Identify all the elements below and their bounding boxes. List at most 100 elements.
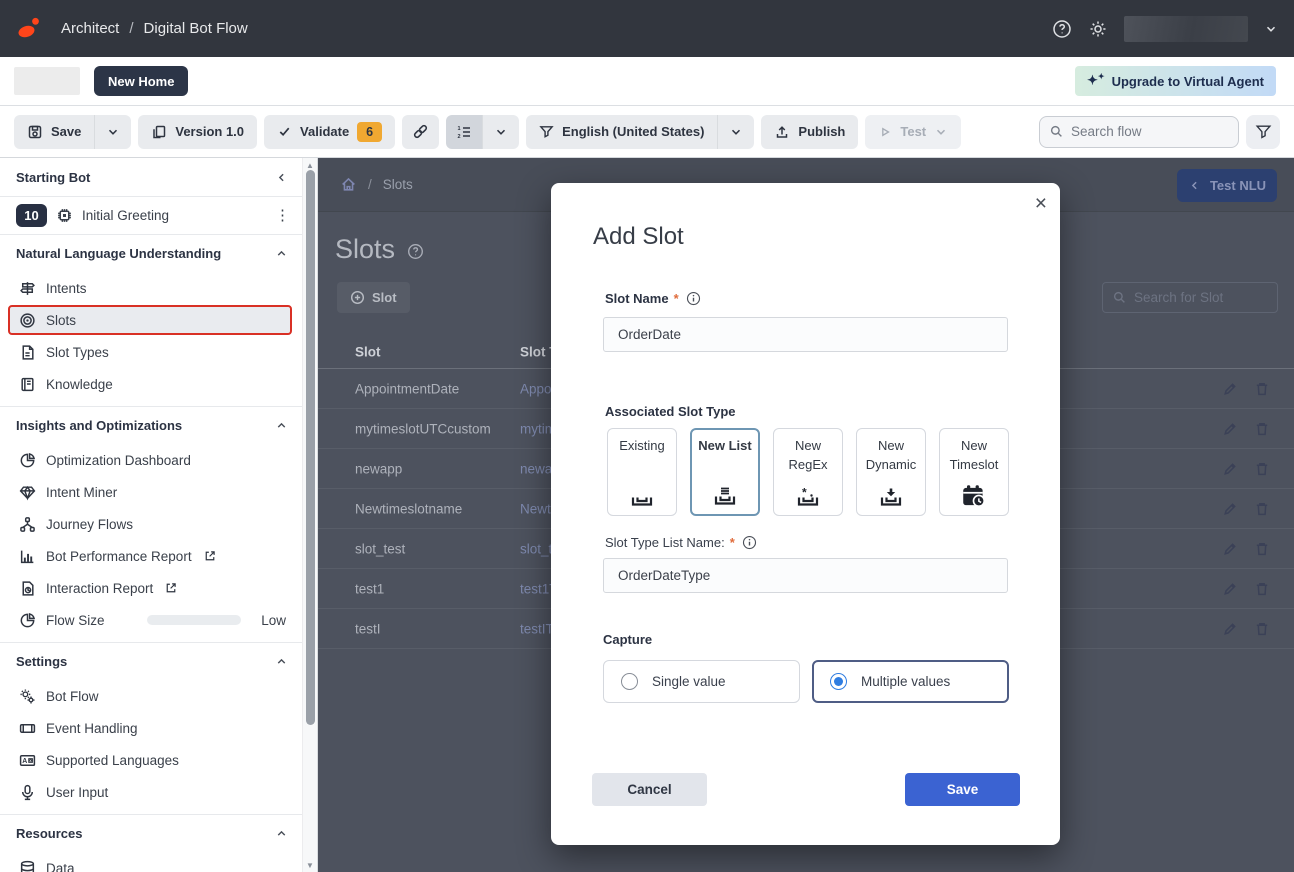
chevron-up-icon[interactable] xyxy=(275,247,288,260)
toolbox-view-button[interactable]: 1 2 xyxy=(446,115,482,149)
radio-checked-icon[interactable] xyxy=(830,673,847,690)
link-button[interactable] xyxy=(402,115,439,149)
info-icon[interactable] xyxy=(686,291,701,306)
user-name-redacted[interactable] xyxy=(1124,16,1248,42)
flow-size-level: Low xyxy=(261,613,286,628)
slot-type-card-existing[interactable]: Existing xyxy=(607,428,677,516)
chevron-down-icon[interactable] xyxy=(1264,22,1278,36)
delete-icon[interactable] xyxy=(1254,461,1270,477)
flow-filter-button[interactable] xyxy=(1246,115,1280,149)
capture-option-single[interactable]: Single value xyxy=(603,660,800,703)
version-button[interactable]: Version 1.0 xyxy=(138,115,257,149)
section-resources[interactable]: Resources xyxy=(0,814,302,852)
save-button[interactable]: Save xyxy=(14,115,94,149)
network-icon xyxy=(19,516,36,533)
edit-icon[interactable] xyxy=(1222,461,1238,477)
sidebar-item-data[interactable]: Data xyxy=(0,852,302,872)
upload-icon xyxy=(774,124,790,140)
help-circle-icon[interactable] xyxy=(407,243,424,260)
chevron-up-icon[interactable] xyxy=(275,827,288,840)
language-menu-button[interactable] xyxy=(717,115,754,149)
search-slot-box xyxy=(1102,282,1278,313)
column-slot: Slot xyxy=(355,344,381,359)
kebab-menu-icon[interactable]: ⋮ xyxy=(275,208,290,223)
test-nlu-button[interactable]: Test NLU xyxy=(1177,169,1277,202)
svg-text:A: A xyxy=(22,758,27,765)
sidebar-item-intents[interactable]: Intents xyxy=(0,272,302,304)
sidebar-item-slots[interactable]: Slots xyxy=(8,305,292,335)
radio-unchecked-icon[interactable] xyxy=(621,673,638,690)
delete-icon[interactable] xyxy=(1254,541,1270,557)
sidebar-scrollbar[interactable]: ▲ ▼ xyxy=(302,158,317,872)
capture-option-multiple[interactable]: Multiple values xyxy=(812,660,1009,703)
view-menu-button[interactable] xyxy=(482,115,519,149)
gem-icon xyxy=(19,484,36,501)
section-insights[interactable]: Insights and Optimizations xyxy=(0,406,302,444)
capture-label: Capture xyxy=(603,632,652,647)
home-icon[interactable] xyxy=(340,176,357,193)
sidebar-item-user-input[interactable]: User Input xyxy=(0,776,302,808)
section-starting-bot[interactable]: Starting Bot xyxy=(0,158,302,196)
new-home-button[interactable]: New Home xyxy=(94,66,188,96)
edit-icon[interactable] xyxy=(1222,381,1238,397)
add-slot-button[interactable]: Slot xyxy=(337,282,410,313)
cancel-button[interactable]: Cancel xyxy=(592,773,707,806)
sidebar-item-interaction-report[interactable]: Interaction Report xyxy=(0,572,302,604)
upgrade-virtual-agent-button[interactable]: ✦✦ Upgrade to Virtual Agent xyxy=(1075,66,1276,96)
sidebar-item-intent-miner[interactable]: Intent Miner xyxy=(0,476,302,508)
svg-text:1: 1 xyxy=(458,126,461,132)
slot-type-card-new-regex[interactable]: New RegEx * xyxy=(773,428,843,516)
section-settings[interactable]: Settings xyxy=(0,642,302,680)
delete-icon[interactable] xyxy=(1254,581,1270,597)
database-icon xyxy=(19,860,36,872)
sidebar-item-slot-types[interactable]: Slot Types xyxy=(0,336,302,368)
chevron-up-icon[interactable] xyxy=(275,655,288,668)
validate-button[interactable]: Validate 6 xyxy=(264,115,395,149)
slot-name-input[interactable] xyxy=(603,317,1008,352)
edit-icon[interactable] xyxy=(1222,501,1238,517)
search-flow-input[interactable] xyxy=(1071,124,1221,139)
info-icon[interactable] xyxy=(742,535,757,550)
sidebar-item-knowledge[interactable]: Knowledge xyxy=(0,368,302,400)
save-button[interactable]: Save xyxy=(905,773,1020,806)
publish-button[interactable]: Publish xyxy=(761,115,858,149)
tab-redacted[interactable] xyxy=(14,67,80,95)
help-icon[interactable] xyxy=(1052,19,1072,39)
link-icon xyxy=(412,123,429,140)
chevron-left-icon[interactable] xyxy=(275,171,288,184)
gear-icon[interactable] xyxy=(1088,19,1108,39)
delete-icon[interactable] xyxy=(1254,501,1270,517)
delete-icon[interactable] xyxy=(1254,621,1270,637)
scroll-down-icon[interactable]: ▼ xyxy=(303,858,317,872)
sidebar-item-bot-flow[interactable]: Bot Flow xyxy=(0,680,302,712)
sidebar-item-bot-performance-report[interactable]: Bot Performance Report xyxy=(0,540,302,572)
search-slot-input[interactable] xyxy=(1134,290,1264,305)
slot-type-list-name-input[interactable] xyxy=(603,558,1008,593)
edit-icon[interactable] xyxy=(1222,541,1238,557)
sidebar-item-journey-flows[interactable]: Journey Flows xyxy=(0,508,302,540)
slot-type-card-new-timeslot[interactable]: New Timeslot xyxy=(939,428,1009,516)
edit-icon[interactable] xyxy=(1222,581,1238,597)
sidebar-item-flow-size[interactable]: Flow Size Low xyxy=(0,604,302,636)
sidebar-item-supported-languages[interactable]: A x Supported Languages xyxy=(0,744,302,776)
sidebar-item-optimization-dashboard[interactable]: Optimization Dashboard xyxy=(0,444,302,476)
save-menu-button[interactable] xyxy=(94,115,131,149)
funnel-icon xyxy=(1255,123,1272,140)
sidebar-item-initial-greeting[interactable]: 10 Initial Greeting ⋮ xyxy=(0,196,302,234)
chip-icon xyxy=(56,207,73,224)
delete-icon[interactable] xyxy=(1254,381,1270,397)
chevron-up-icon[interactable] xyxy=(275,419,288,432)
slot-type-card-new-list[interactable]: New List xyxy=(690,428,760,516)
edit-icon[interactable] xyxy=(1222,621,1238,637)
slot-type-card-new-dynamic[interactable]: New Dynamic xyxy=(856,428,926,516)
sidebar-item-event-handling[interactable]: Event Handling xyxy=(0,712,302,744)
page-title: Slots xyxy=(335,234,424,265)
scrollbar-thumb[interactable] xyxy=(306,170,315,725)
edit-icon[interactable] xyxy=(1222,421,1238,437)
language-selector[interactable]: English (United States) xyxy=(526,115,717,149)
section-nlu[interactable]: Natural Language Understanding xyxy=(0,234,302,272)
close-icon[interactable]: × xyxy=(1035,193,1047,214)
tray-download-icon xyxy=(877,488,905,508)
modal-title: Add Slot xyxy=(593,223,684,251)
delete-icon[interactable] xyxy=(1254,421,1270,437)
